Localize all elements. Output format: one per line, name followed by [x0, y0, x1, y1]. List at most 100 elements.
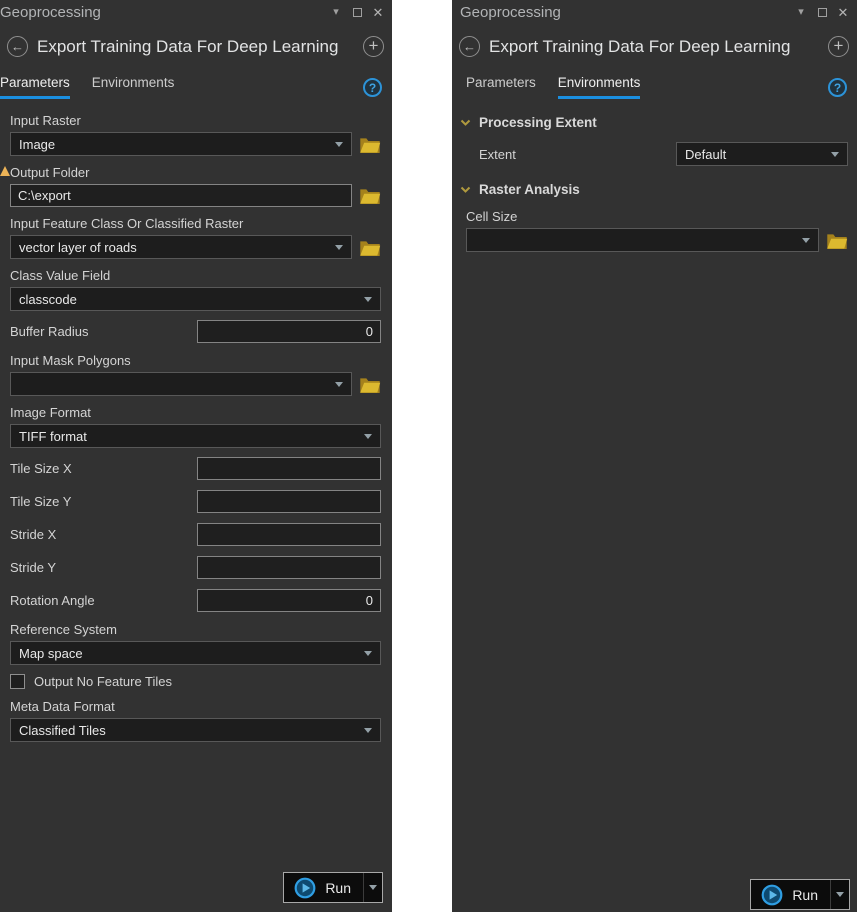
float-window-icon[interactable]	[816, 6, 828, 18]
tab-environments[interactable]: Environments	[558, 75, 641, 99]
rotation-angle-label: Rotation Angle	[10, 593, 197, 608]
help-icon[interactable]: ?	[828, 78, 847, 97]
tab-parameters[interactable]: Parameters	[0, 75, 70, 99]
run-options-arrow[interactable]	[363, 873, 382, 902]
class-value-label: Class Value Field	[10, 268, 381, 283]
extent-label: Extent	[479, 147, 676, 162]
raster-analysis-group-header[interactable]: Raster Analysis	[460, 182, 848, 197]
buffer-radius-field: Buffer Radius	[10, 320, 381, 343]
window-controls: ▾ ✕	[795, 6, 849, 18]
tile-size-x-input[interactable]	[197, 457, 381, 480]
output-no-feature-tiles-field: Output No Feature Tiles	[10, 674, 381, 689]
tile-size-y-label: Tile Size Y	[10, 494, 197, 509]
close-icon[interactable]: ✕	[837, 6, 849, 18]
pane-titlebar: Geoprocessing ▾ ✕	[452, 0, 857, 22]
stride-x-field: Stride X	[10, 523, 381, 546]
reference-system-field: Reference System Map space	[10, 622, 381, 665]
input-mask-dropdown[interactable]	[10, 372, 352, 396]
back-icon[interactable]: ←	[7, 36, 28, 57]
input-raster-field: Input Raster Image	[10, 113, 381, 156]
class-value-field: Class Value Field classcode	[10, 268, 381, 311]
image-format-dropdown[interactable]: TIFF format	[10, 424, 381, 448]
collapse-chevron-icon	[460, 119, 471, 127]
cell-size-browse-folder-icon[interactable]	[826, 232, 848, 249]
stride-y-label: Stride Y	[10, 560, 197, 575]
input-feature-field: Input Feature Class Or Classified Raster…	[10, 216, 381, 259]
tool-header: ← Export Training Data For Deep Learning…	[452, 22, 857, 67]
stride-y-field: Stride Y	[10, 556, 381, 579]
run-button[interactable]: Run	[284, 873, 363, 902]
chevron-down-icon	[364, 297, 372, 302]
run-button[interactable]: Run	[751, 880, 830, 909]
chevron-down-icon	[802, 238, 810, 243]
output-folder-input[interactable]	[10, 184, 352, 207]
tool-title: Export Training Data For Deep Learning	[37, 37, 354, 57]
stride-y-input[interactable]	[197, 556, 381, 579]
chevron-down-icon	[836, 892, 844, 897]
pane-titlebar: Geoprocessing ▾ ✕	[0, 0, 392, 22]
output-folder-field: Output Folder	[10, 165, 381, 207]
tab-parameters[interactable]: Parameters	[466, 75, 536, 99]
output-folder-browse-folder-icon[interactable]	[359, 187, 381, 204]
run-split-button: Run	[750, 879, 850, 910]
output-no-feature-tiles-label: Output No Feature Tiles	[34, 674, 172, 689]
chevron-down-icon	[335, 382, 343, 387]
geoprocessing-pane-parameters: Geoprocessing ▾ ✕ ← Export Training Data…	[0, 0, 392, 912]
image-format-field: Image Format TIFF format	[10, 405, 381, 448]
class-value-dropdown[interactable]: classcode	[10, 287, 381, 311]
rotation-angle-field: Rotation Angle	[10, 589, 381, 612]
pane-menu-icon[interactable]: ▾	[330, 6, 342, 18]
chevron-down-icon	[831, 152, 839, 157]
tile-size-y-field: Tile Size Y	[10, 490, 381, 513]
cell-size-dropdown[interactable]	[466, 228, 819, 252]
meta-data-format-dropdown[interactable]: Classified Tiles	[10, 718, 381, 742]
input-feature-browse-folder-icon[interactable]	[359, 239, 381, 256]
stride-x-input[interactable]	[197, 523, 381, 546]
processing-extent-group-header[interactable]: Processing Extent	[460, 115, 848, 130]
tile-size-x-label: Tile Size X	[10, 461, 197, 476]
buffer-radius-input[interactable]	[197, 320, 381, 343]
close-icon[interactable]: ✕	[372, 6, 384, 18]
tab-environments[interactable]: Environments	[92, 75, 175, 99]
parameters-form: Input Raster Image Output Folder	[0, 99, 392, 742]
input-feature-dropdown[interactable]: vector layer of roads	[10, 235, 352, 259]
pane-menu-icon[interactable]: ▾	[795, 6, 807, 18]
meta-data-format-label: Meta Data Format	[10, 699, 381, 714]
input-raster-browse-folder-icon[interactable]	[359, 136, 381, 153]
tab-bar: Parameters Environments ?	[452, 67, 857, 99]
extent-dropdown[interactable]: Default	[676, 142, 848, 166]
input-mask-field: Input Mask Polygons	[10, 353, 381, 396]
geoprocessing-pane-environments: Geoprocessing ▾ ✕ ← Export Training Data…	[452, 0, 857, 912]
run-label: Run	[325, 880, 351, 896]
chevron-down-icon	[335, 142, 343, 147]
tool-title: Export Training Data For Deep Learning	[489, 37, 819, 57]
rotation-angle-input[interactable]	[197, 589, 381, 612]
chevron-down-icon	[364, 434, 372, 439]
input-mask-label: Input Mask Polygons	[10, 353, 381, 368]
pane-title: Geoprocessing	[460, 4, 795, 21]
collapse-chevron-icon	[460, 186, 471, 194]
help-icon[interactable]: ?	[363, 78, 382, 97]
chevron-down-icon	[364, 651, 372, 656]
pane-title: Geoprocessing	[0, 4, 330, 21]
raster-analysis-title: Raster Analysis	[479, 182, 580, 197]
output-no-feature-tiles-checkbox[interactable]	[10, 674, 25, 689]
input-feature-label: Input Feature Class Or Classified Raster	[10, 216, 381, 231]
add-to-model-icon[interactable]: +	[828, 36, 849, 57]
reference-system-label: Reference System	[10, 622, 381, 637]
window-controls: ▾ ✕	[330, 6, 384, 18]
back-icon[interactable]: ←	[459, 36, 480, 57]
play-icon	[761, 884, 783, 906]
tile-size-y-input[interactable]	[197, 490, 381, 513]
add-to-model-icon[interactable]: +	[363, 36, 384, 57]
float-window-icon[interactable]	[351, 6, 363, 18]
reference-system-dropdown[interactable]: Map space	[10, 641, 381, 665]
chevron-down-icon	[364, 728, 372, 733]
run-options-arrow[interactable]	[830, 880, 849, 909]
input-mask-browse-folder-icon[interactable]	[359, 376, 381, 393]
tool-header: ← Export Training Data For Deep Learning…	[0, 22, 392, 67]
input-raster-dropdown[interactable]: Image	[10, 132, 352, 156]
input-raster-label: Input Raster	[10, 113, 381, 128]
warning-triangle-icon	[0, 165, 10, 180]
cell-size-label: Cell Size	[466, 209, 848, 224]
